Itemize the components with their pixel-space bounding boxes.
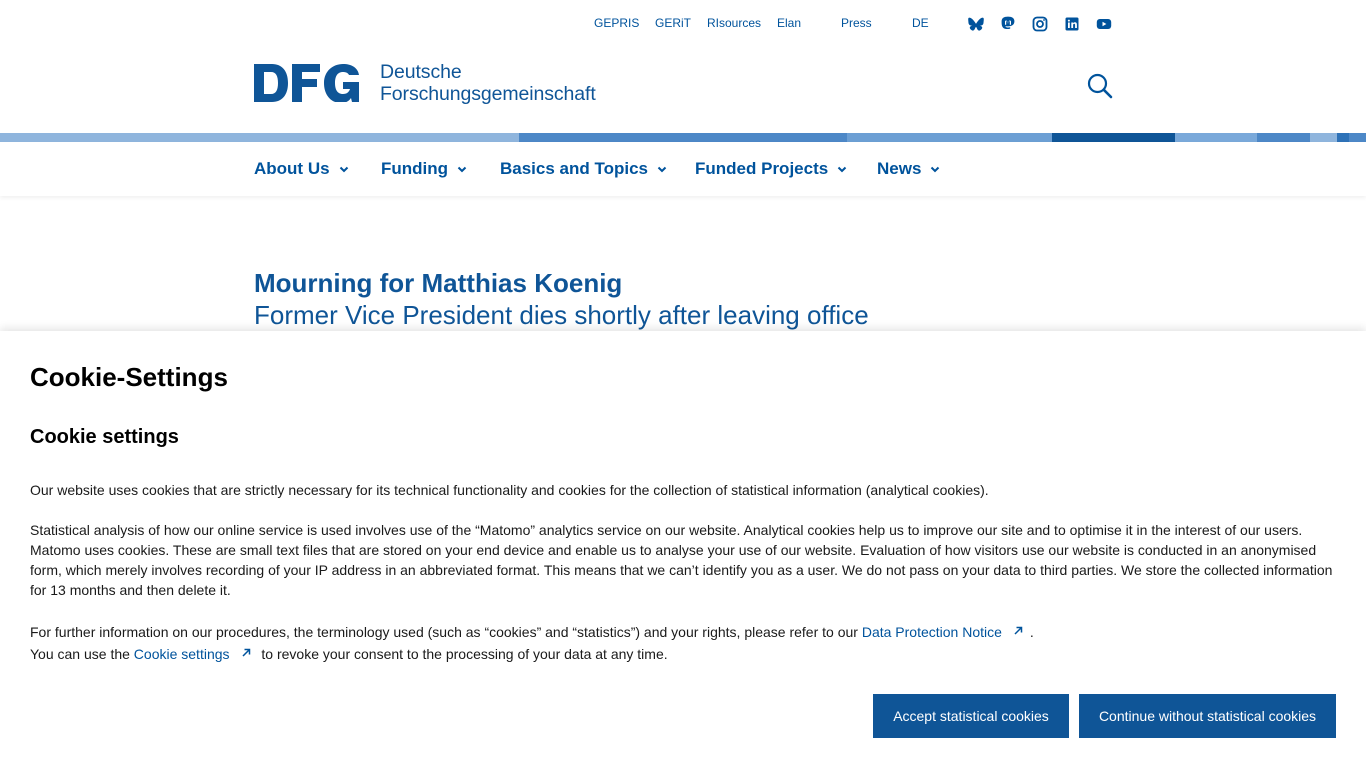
nav-label: Basics and Topics — [500, 159, 649, 178]
bluesky-icon[interactable] — [968, 16, 984, 32]
cookie-further-info: For further information on our procedure… — [30, 621, 1034, 665]
chevron-down-icon — [339, 166, 348, 173]
dfg-logo[interactable]: Deutsche Forschungsgemeinschaft — [254, 61, 596, 105]
nav-label: Funding — [381, 159, 449, 178]
youtube-icon[interactable] — [1096, 16, 1112, 32]
logo-line-1: Deutsche — [380, 61, 462, 83]
chevron-down-icon — [457, 166, 467, 173]
cookie-matomo-text: Statistical analysis of how our online s… — [30, 522, 1333, 598]
nav-basics-and-topics[interactable]: Basics and Topics — [500, 159, 668, 179]
article-title: Mourning for Matthias Koenig — [254, 268, 623, 298]
data-protection-notice-label: Data Protection Notice — [861, 624, 1002, 640]
external-link-icon — [1014, 626, 1023, 635]
chevron-down-icon — [657, 166, 667, 173]
top-link-gepris[interactable]: GEPRIS — [594, 16, 639, 30]
social-links — [968, 16, 1112, 32]
dfg-logo-mark — [254, 64, 359, 102]
revoke-text-start: You can use the — [30, 646, 130, 662]
cookie-settings-panel: Cookie-Settings Cookie settings Our webs… — [0, 331, 1366, 768]
further-info-text: For further information on our procedure… — [30, 624, 858, 640]
top-link-press[interactable]: Press — [841, 16, 872, 30]
cookie-panel-subheading: Cookie settings — [30, 426, 179, 448]
main-navigation: About Us Funding Basics and Topics Funde… — [0, 142, 1366, 196]
mastodon-icon[interactable] — [1000, 16, 1016, 32]
article-subtitle: Former Vice President dies shortly after… — [254, 300, 869, 330]
logo-line-2: Forschungsgemeinschaft — [380, 83, 596, 105]
cookie-settings-link[interactable]: Cookie settings — [134, 646, 258, 662]
nav-about-us[interactable]: About Us — [254, 159, 350, 179]
header-color-stripe — [0, 133, 1366, 142]
top-link-risources[interactable]: RIsources — [707, 16, 761, 30]
logo-wordmark: Deutsche Forschungsgemeinschaft — [380, 61, 596, 105]
continue-without-statistical-cookies-button[interactable]: Continue without statistical cookies — [1079, 694, 1336, 738]
linkedin-icon[interactable] — [1064, 16, 1080, 32]
accept-statistical-cookies-button[interactable]: Accept statistical cookies — [873, 694, 1069, 738]
nav-funded-projects[interactable]: Funded Projects — [695, 159, 848, 179]
chevron-down-icon — [931, 166, 940, 173]
nav-label: Funded Projects — [695, 159, 829, 178]
article-header: Mourning for Matthias Koenig Former Vice… — [254, 267, 1054, 331]
nav-label: News — [877, 159, 922, 178]
top-link-gerit[interactable]: GERiT — [655, 16, 691, 30]
nav-label: About Us — [254, 159, 330, 178]
cookie-intro-text: Our website uses cookies that are strict… — [30, 482, 989, 498]
chevron-down-icon — [837, 166, 847, 173]
data-protection-notice-link[interactable]: Data Protection Notice — [862, 624, 1030, 640]
cookie-panel-heading: Cookie-Settings — [30, 362, 228, 392]
further-info-end: . — [1029, 624, 1034, 640]
external-link-icon — [241, 648, 250, 657]
top-link-elan[interactable]: Elan — [777, 16, 801, 30]
instagram-icon[interactable] — [1032, 16, 1048, 32]
language-switch-de[interactable]: DE — [912, 16, 929, 30]
revoke-text-end: to revoke your consent to the processing… — [261, 646, 668, 662]
nav-funding[interactable]: Funding — [381, 159, 468, 179]
cookie-settings-label: Cookie settings — [133, 646, 230, 662]
nav-news[interactable]: News — [877, 159, 941, 179]
search-icon[interactable] — [1087, 73, 1113, 99]
